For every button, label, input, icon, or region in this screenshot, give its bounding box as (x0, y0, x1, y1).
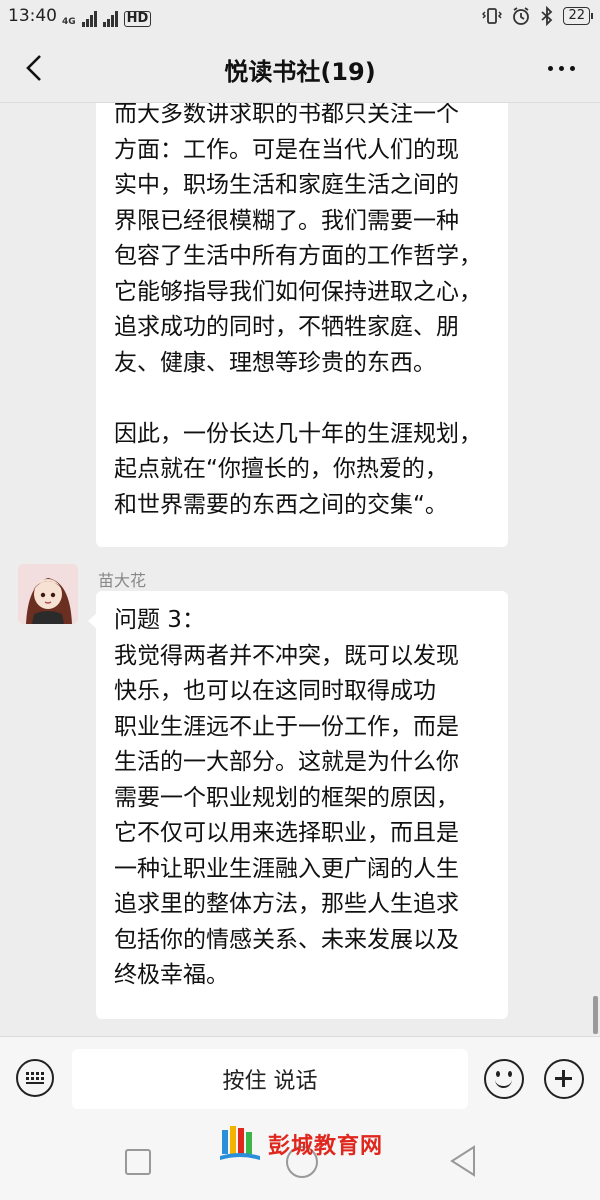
status-bar: 13:40 4G HD 22 (0, 0, 600, 34)
status-left-icons: 4G HD (62, 5, 152, 27)
network-type-label: 4G (62, 17, 76, 27)
keyboard-button[interactable] (16, 1059, 54, 1097)
scrollbar[interactable] (593, 996, 598, 1034)
book-logo-icon (220, 1126, 260, 1160)
sender-name: 苗大花 (98, 571, 147, 590)
system-back-button[interactable] (448, 1144, 478, 1178)
status-time: 13:40 (8, 6, 57, 26)
battery-icon: 22 (563, 7, 593, 25)
watermark-text: 彭城教育网 (268, 1134, 384, 1159)
hd-badge: HD (123, 11, 152, 27)
more-dots-icon (558, 65, 564, 71)
chat-message-list[interactable]: 而大多数讲求职的书都只关注一个 方面：工作。可是在当代人们的现 实中，职场生活和… (0, 103, 600, 1036)
emoji-button[interactable] (484, 1059, 524, 1099)
keyboard-icon (26, 1072, 44, 1084)
vibrate-icon (482, 8, 503, 24)
message-bubble[interactable]: 问题 3： 我觉得两者并不冲突，既可以发现 快乐，也可以在这同时取得成功 职业生… (88, 591, 508, 1019)
bluetooth-icon (541, 6, 553, 26)
status-right-icons: 22 (482, 5, 593, 27)
more-button[interactable] (536, 46, 586, 90)
avatar[interactable] (18, 564, 78, 624)
input-bar: 按住 说话 (0, 1036, 600, 1125)
alarm-icon (513, 7, 530, 25)
hold-to-talk-button[interactable]: 按住 说话 (72, 1049, 468, 1109)
more-dots-icon (569, 65, 575, 71)
plus-button[interactable] (544, 1059, 584, 1099)
signal-icon (102, 11, 118, 27)
more-dots-icon (547, 65, 553, 71)
message-bubble[interactable]: 而大多数讲求职的书都只关注一个 方面：工作。可是在当代人们的现 实中，职场生活和… (96, 103, 508, 547)
chat-header: 悦读书社(19) (0, 34, 600, 103)
watermark: 彭城教育网 (218, 1122, 383, 1166)
recent-apps-button[interactable] (125, 1149, 151, 1175)
signal-icon (81, 11, 97, 27)
chat-title: 悦读书社(19) (224, 58, 376, 86)
